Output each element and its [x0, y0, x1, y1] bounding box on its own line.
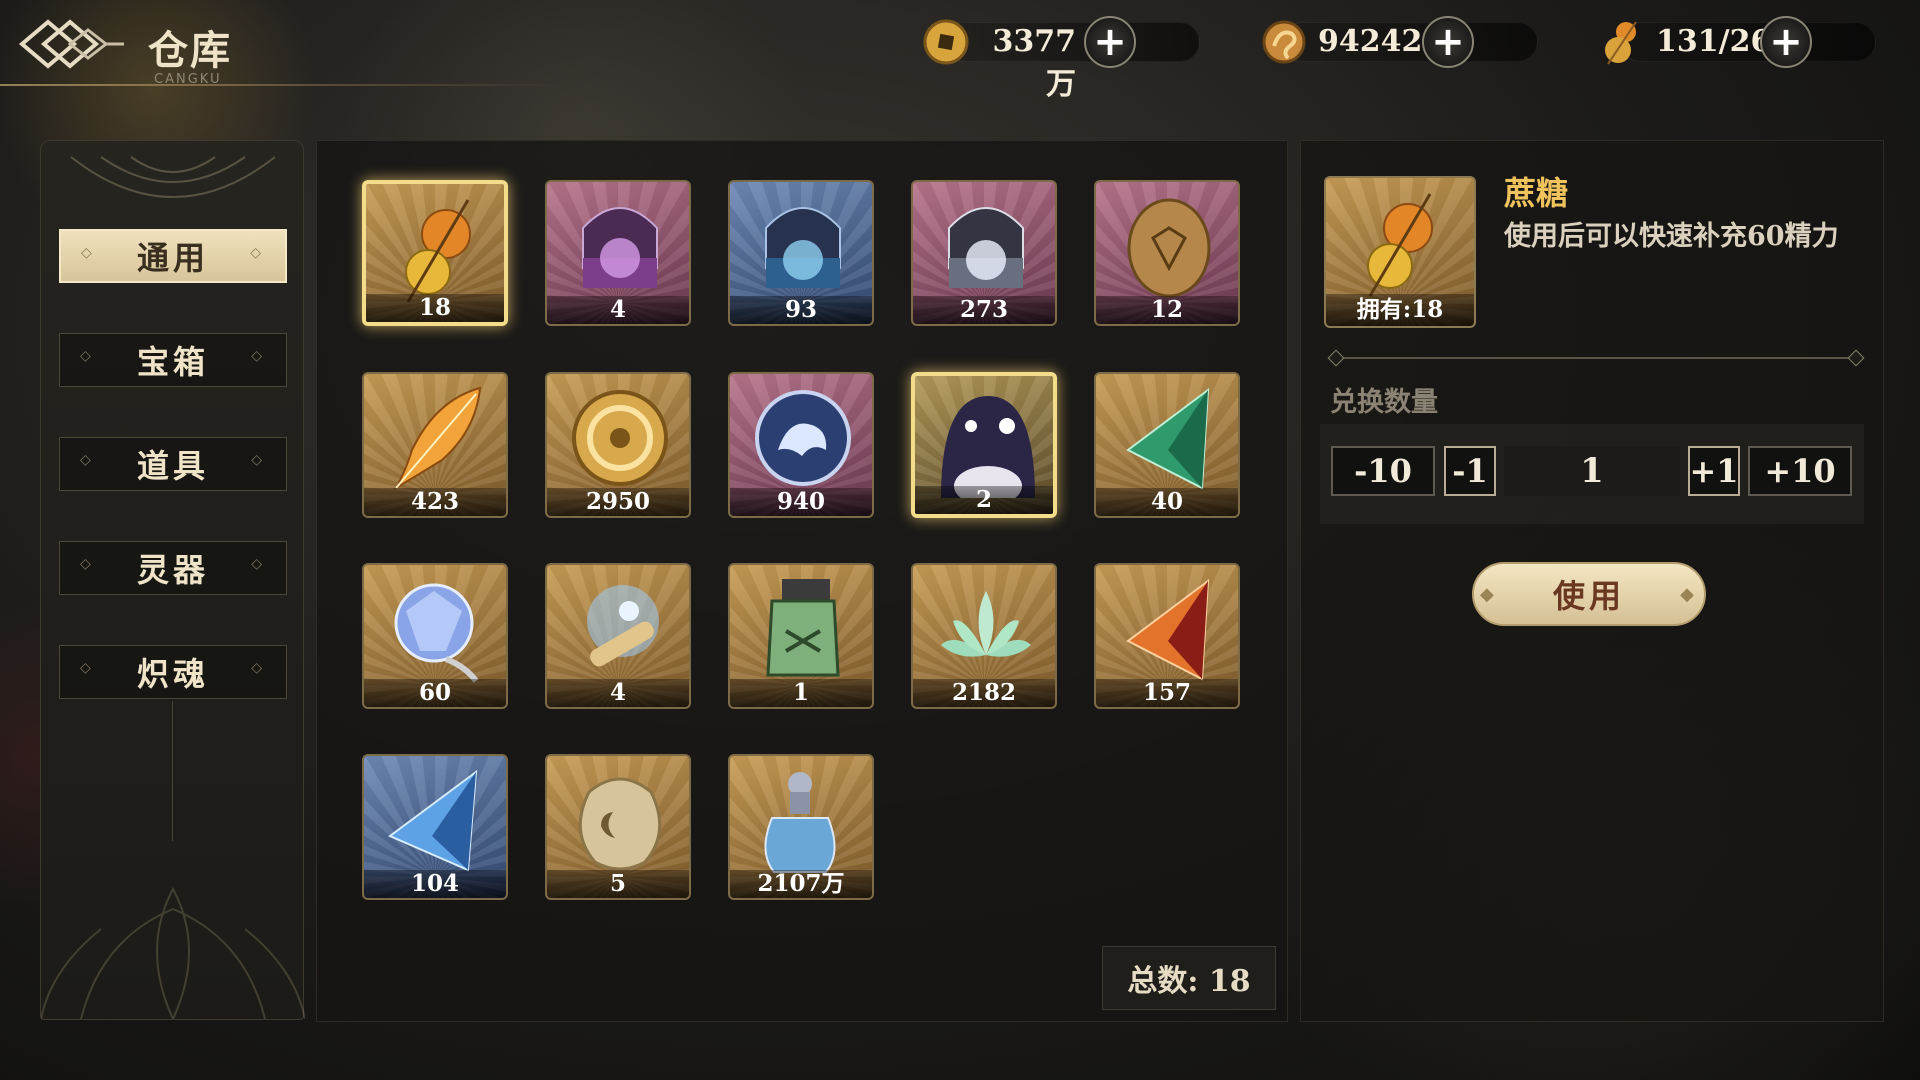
blue-beast-medallion-icon: [755, 390, 851, 486]
owned-count: 拥有:18: [1326, 294, 1474, 326]
item-count: 104: [364, 870, 506, 898]
tab-general[interactable]: 通用: [59, 229, 287, 283]
blue-crystal-orb-icon: [394, 583, 479, 683]
currency-value: 131/266: [1656, 24, 1793, 59]
inventory-item-jade-talisman[interactable]: 1: [728, 563, 874, 709]
inventory-item-blue-chest[interactable]: 93: [728, 180, 874, 326]
item-count: 12: [1096, 296, 1238, 324]
use-button[interactable]: 使用: [1472, 562, 1706, 626]
tab-props[interactable]: 道具: [59, 437, 287, 491]
tab-treasure-chest[interactable]: 宝箱: [59, 333, 287, 387]
inventory-item-dark-spirit[interactable]: 2: [911, 372, 1057, 518]
item-count: 940: [730, 488, 872, 516]
inventory-item-blue-beast-medallion[interactable]: 940: [728, 372, 874, 518]
tab-spirit-artifact[interactable]: 灵器: [59, 541, 287, 595]
inventory-item-blue-pyramid-crystal[interactable]: 104: [362, 754, 508, 900]
lotus-ornament-icon: [41, 886, 305, 1019]
inventory-item-green-crystal[interactable]: 40: [1094, 372, 1240, 518]
currency-copper: 3377万 +: [920, 14, 1222, 102]
add-copper-button[interactable]: +: [1084, 16, 1136, 68]
inventory-item-jade-lotus[interactable]: 2182: [911, 563, 1057, 709]
top-bar: 仓库 CANGKU 3377万 + 94242 + 131/266 +: [0, 0, 1920, 102]
inventory-item-potion-bottle[interactable]: 2107万: [728, 754, 874, 900]
item-count: 4: [547, 296, 689, 324]
inventory-item-spirit-scroll[interactable]: 4: [545, 563, 691, 709]
copper-coin-icon: [923, 19, 969, 65]
golden-triskelion-icon: [572, 390, 668, 486]
add-jade-button[interactable]: +: [1422, 16, 1474, 68]
currency-jade: 94242 +: [1258, 14, 1560, 70]
candied-gourd-icon: [405, 199, 471, 303]
inventory-item-purple-chest[interactable]: 4: [545, 180, 691, 326]
item-count: 2950: [547, 488, 689, 516]
moon-amber-stone-icon: [578, 777, 662, 871]
bronze-token-icon: [1127, 198, 1211, 298]
silver-treasure-chest-icon: [948, 207, 1024, 288]
blue-treasure-chest-icon: [765, 207, 841, 288]
inventory-item-golden-triskelion[interactable]: 2950: [545, 372, 691, 518]
jade-dragon-icon: [1262, 20, 1306, 64]
inventory-item-candied-gourd[interactable]: 18: [362, 180, 508, 326]
detail-item-name: 蔗糖: [1504, 174, 1569, 212]
item-count: 157: [1096, 679, 1238, 707]
sidebar-ornament-icon: [70, 156, 276, 198]
inventory-item-bronze-token[interactable]: 12: [1094, 180, 1240, 326]
candied-gourd-icon: [1367, 193, 1433, 297]
item-count: 2107万: [730, 870, 872, 898]
currency-energy: 131/266 +: [1596, 14, 1898, 70]
sidebar-divider-line: [172, 701, 173, 841]
category-sidebar: 通用 宝箱 道具 灵器 炽魂: [40, 140, 305, 1020]
page-title: 仓库: [148, 27, 232, 74]
purple-treasure-chest-icon: [582, 207, 658, 288]
item-count: 5: [547, 870, 689, 898]
item-count: 60: [364, 679, 506, 707]
green-crystal-icon: [1126, 387, 1210, 490]
minus-10-button[interactable]: -10: [1331, 446, 1435, 496]
minus-1-button[interactable]: -1: [1444, 446, 1496, 496]
blue-pyramid-crystal-icon: [388, 769, 478, 872]
inventory-item-fire-crystal[interactable]: 157: [1094, 563, 1240, 709]
golden-feather-icon: [393, 386, 482, 491]
inventory-item-golden-feather[interactable]: 423: [362, 372, 508, 518]
dark-spirit-creature-icon: [941, 396, 1035, 498]
item-count: 2: [915, 486, 1053, 514]
page-title-block: 仓库 CANGKU: [148, 18, 232, 87]
spirit-scroll-icon: [587, 585, 659, 667]
quantity-input[interactable]: 1: [1504, 446, 1680, 496]
back-logo-icon[interactable]: [14, 14, 126, 74]
plus-10-button[interactable]: +10: [1748, 446, 1852, 496]
quantity-label: 兑换数量: [1330, 387, 1438, 418]
tab-blazing-soul[interactable]: 炽魂: [59, 645, 287, 699]
inventory-item-silver-chest[interactable]: 273: [911, 180, 1057, 326]
item-count: 2182: [913, 679, 1055, 707]
jade-talisman-icon: [766, 579, 840, 677]
currency-value: 3377万: [992, 24, 1077, 102]
potion-bottle-icon: [764, 772, 836, 873]
item-count: 40: [1096, 488, 1238, 516]
title-underline: [0, 84, 560, 86]
inventory-item-blue-crystal-orb[interactable]: 60: [362, 563, 508, 709]
item-count: 4: [547, 679, 689, 707]
total-count: 总数: 18: [1102, 946, 1276, 1010]
currency-value: 94242: [1318, 24, 1423, 59]
detail-divider: [1336, 357, 1856, 359]
gourd-energy-icon: [1605, 21, 1637, 65]
jade-lotus-icon: [941, 591, 1031, 657]
inventory-item-moon-amber-stone[interactable]: 5: [545, 754, 691, 900]
add-energy-button[interactable]: +: [1760, 16, 1812, 68]
item-count: 1: [730, 679, 872, 707]
fire-crystal-icon: [1126, 578, 1210, 681]
detail-item-icon: 拥有:18: [1324, 176, 1476, 328]
plus-1-button[interactable]: +1: [1688, 446, 1740, 496]
item-count: 93: [730, 296, 872, 324]
item-count: 273: [913, 296, 1055, 324]
item-count: 423: [364, 488, 506, 516]
detail-item-description: 使用后可以快速补充60精力: [1504, 221, 1839, 252]
item-count: 18: [366, 294, 504, 322]
